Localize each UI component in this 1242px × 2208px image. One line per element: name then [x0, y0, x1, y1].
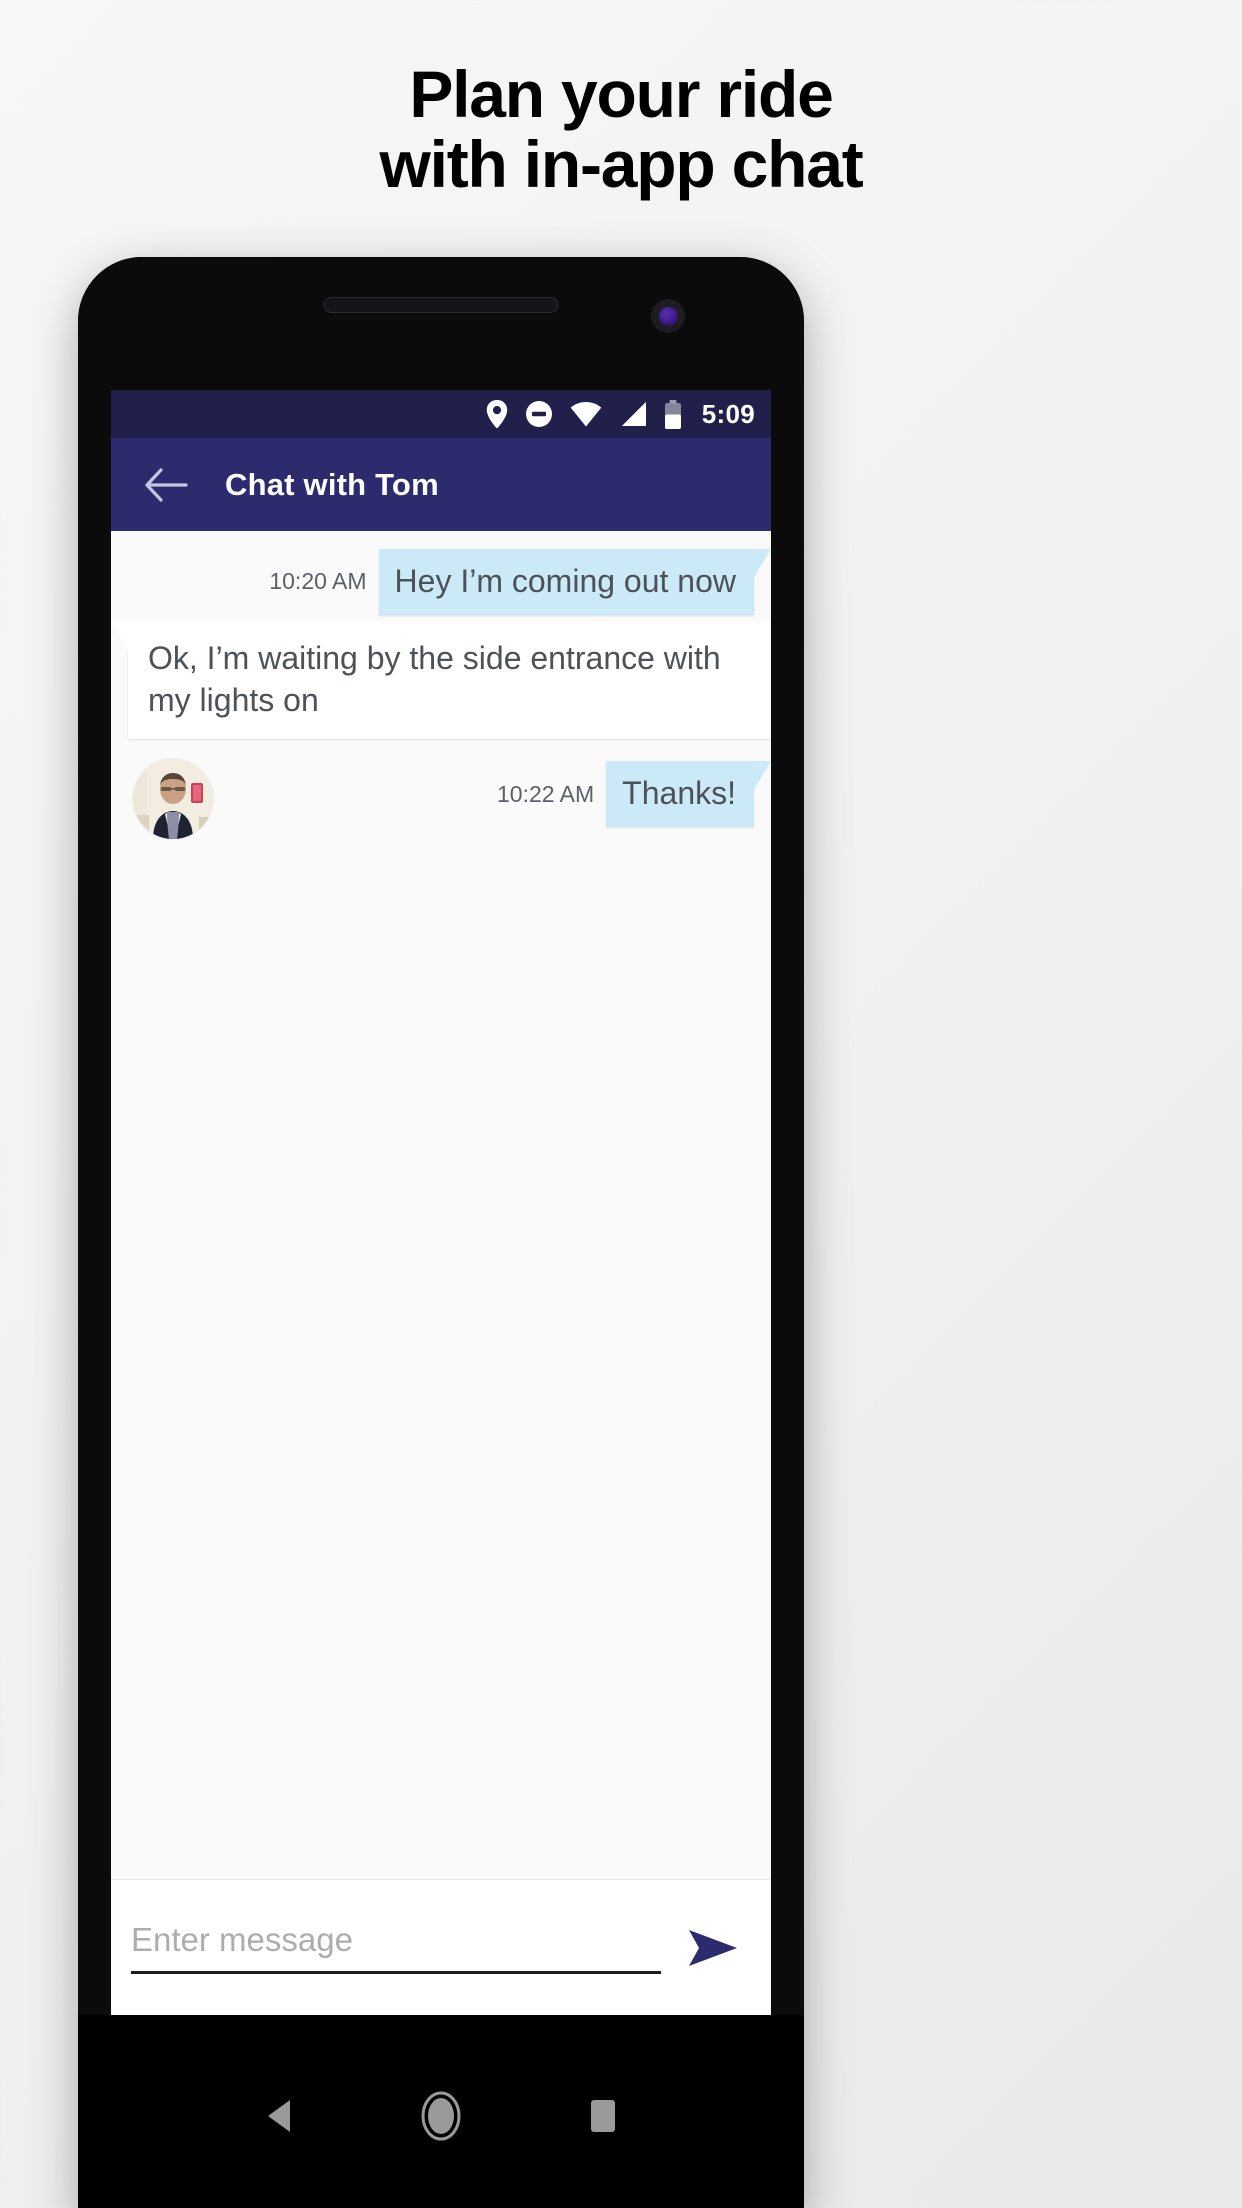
- message-input-bar: [111, 1879, 771, 2015]
- message-timestamp: 10:22 AM: [496, 780, 595, 807]
- front-camera-icon: [651, 299, 685, 333]
- android-nav-bar: [78, 2015, 804, 2208]
- location-pin-icon: [486, 400, 508, 428]
- wifi-icon: [570, 401, 602, 427]
- earpiece-speaker: [323, 297, 559, 313]
- page-title: Plan your ride with in-app chat: [0, 57, 1242, 201]
- message-timestamp: 10:20 AM: [269, 568, 367, 595]
- message-bubble-outgoing: Hey I’m coming out now: [378, 549, 771, 615]
- cellular-signal-icon: [619, 401, 647, 427]
- status-bar: 5:09: [111, 390, 771, 438]
- message-bubble-incoming: Ok, I’m waiting by the side entrance wit…: [111, 620, 771, 740]
- message-bubble-outgoing: Thanks!: [606, 761, 771, 827]
- phone-top-bezel: [78, 257, 804, 390]
- message-list[interactable]: 10:20 AM Hey I’m coming out now Ok, I’m …: [111, 531, 771, 1879]
- send-button[interactable]: [677, 1912, 749, 1984]
- nav-recents-button[interactable]: [568, 2081, 638, 2151]
- app-bar: Chat with Tom: [111, 438, 771, 531]
- battery-icon: [664, 399, 682, 429]
- avatar: [133, 759, 213, 839]
- back-triangle-icon: [268, 2100, 290, 2132]
- message-input[interactable]: [131, 1915, 661, 1974]
- recents-square-icon: [591, 2100, 615, 2132]
- headline-line-2: with in-app chat: [379, 126, 863, 201]
- headline-line-1: Plan your ride: [409, 57, 834, 131]
- status-bar-clock: 5:09: [701, 398, 755, 429]
- message-row-outgoing-1: 10:20 AM Hey I’m coming out now: [111, 549, 771, 615]
- do-not-disturb-icon: [525, 400, 553, 428]
- phone-mockup: 5:09 Chat with Tom 10:20 AM Hey I’m comi…: [78, 257, 804, 2208]
- nav-back-button[interactable]: [244, 2081, 314, 2151]
- nav-home-button[interactable]: [406, 2081, 476, 2151]
- home-circle-icon: [421, 2091, 461, 2141]
- app-bar-title: Chat with Tom: [225, 466, 439, 502]
- message-row-incoming-1: Ok, I’m waiting by the side entrance wit…: [111, 620, 771, 740]
- phone-screen: 5:09 Chat with Tom 10:20 AM Hey I’m comi…: [111, 390, 771, 2015]
- send-icon: [689, 1929, 737, 1966]
- back-arrow-icon[interactable]: [144, 467, 188, 502]
